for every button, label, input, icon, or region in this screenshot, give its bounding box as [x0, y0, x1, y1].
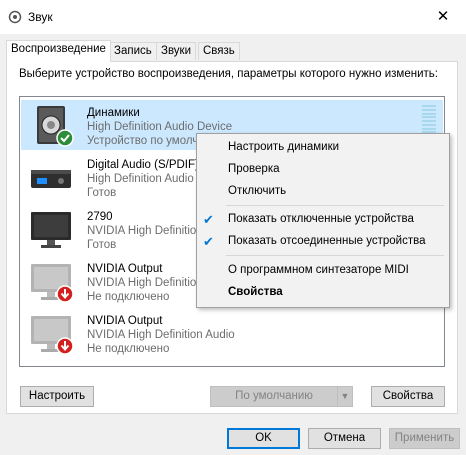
monitor-icon	[31, 212, 71, 248]
device-status: Готов	[87, 239, 117, 251]
apply-button[interactable]: Применить	[389, 428, 460, 449]
device-status: Не подключено	[87, 291, 170, 303]
menu-item-properties[interactable]: Свойства	[197, 282, 449, 303]
menu-separator	[226, 255, 444, 256]
monitor-icon	[31, 316, 74, 355]
device-item-nvidia-output-2[interactable]: NVIDIA Output NVIDIA High Definition Aud…	[21, 308, 443, 358]
menu-item-label: Показать отсоединенные устройства	[228, 235, 426, 247]
device-status: Устройство по умолч	[87, 135, 199, 147]
menu-item-test[interactable]: Проверка	[197, 159, 449, 180]
menu-item-label: Показать отключенные устройства	[228, 213, 414, 225]
cancel-button[interactable]: Отмена	[308, 428, 381, 449]
set-default-dropdown-arrow[interactable]: ▼	[337, 386, 353, 407]
menu-item-about-midi[interactable]: О программном синтезаторе MIDI	[197, 260, 449, 281]
menu-item-disable[interactable]: Отключить	[197, 181, 449, 202]
checkmark-icon: ✔	[203, 234, 214, 249]
sound-app-icon	[8, 10, 22, 24]
device-name: NVIDIA Output	[87, 263, 163, 275]
properties-button[interactable]: Свойства	[371, 386, 445, 407]
monitor-icon	[31, 264, 74, 303]
configure-button[interactable]: Настроить	[20, 386, 94, 407]
ok-button[interactable]: OK	[227, 428, 300, 449]
tab-recording[interactable]: Запись	[109, 42, 157, 60]
menu-item-configure-speakers[interactable]: Настроить динамики	[197, 137, 449, 158]
menu-separator	[226, 205, 444, 206]
checkmark-icon: ✔	[203, 212, 214, 227]
device-name: Динамики	[87, 107, 140, 119]
device-name: Digital Audio (S/PDIF)	[87, 159, 199, 171]
default-check-badge	[56, 129, 74, 147]
context-menu: Настроить динамики Проверка Отключить ✔ …	[196, 133, 450, 308]
speaker-icon	[37, 106, 74, 147]
window-title: Звук	[28, 10, 53, 24]
device-description: NVIDIA High Definition Audio	[87, 329, 235, 341]
device-name: NVIDIA Output	[87, 315, 163, 327]
device-status: Готов	[87, 187, 117, 199]
close-icon: ✕	[436, 8, 450, 25]
menu-item-show-disconnected[interactable]: ✔ Показать отсоединенные устройства	[197, 231, 449, 252]
device-status: Не подключено	[87, 343, 170, 355]
device-description: NVIDIA High Definition	[87, 225, 203, 237]
device-description: NVIDIA High Definition	[87, 277, 203, 289]
menu-item-show-disabled[interactable]: ✔ Показать отключенные устройства	[197, 209, 449, 230]
device-description: High Definition Audio Device	[87, 121, 233, 133]
tab-communications[interactable]: Связь	[198, 42, 240, 60]
device-description: High Definition Audio	[87, 173, 194, 185]
set-default-button[interactable]: По умолчанию	[210, 386, 338, 407]
device-name: 2790	[87, 211, 113, 223]
digital-audio-icon	[31, 170, 71, 188]
title-bar: Звук ✕	[0, 0, 466, 34]
tab-playback[interactable]: Воспроизведение	[6, 40, 111, 62]
close-button[interactable]: ✕	[420, 0, 466, 34]
instruction-text: Выберите устройство воспроизведения, пар…	[19, 68, 438, 80]
tab-sounds[interactable]: Звуки	[156, 42, 197, 60]
chevron-down-icon: ▼	[340, 391, 350, 401]
